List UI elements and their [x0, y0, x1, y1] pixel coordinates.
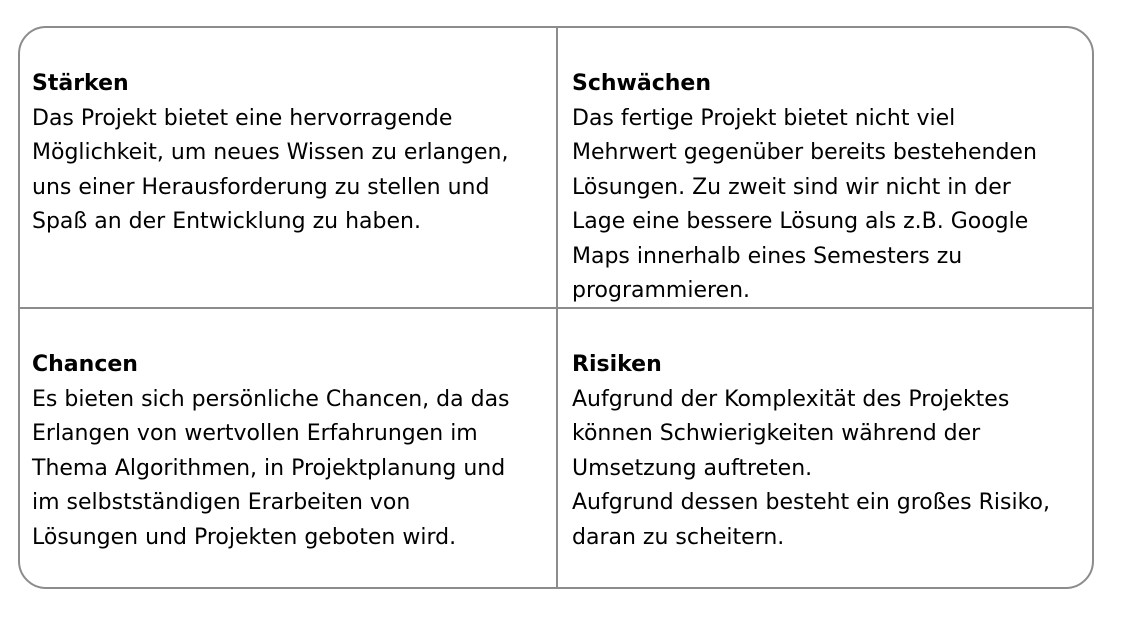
- strengths-text-line: uns einer Herausforderung zu stellen und: [32, 174, 490, 200]
- weaknesses-heading: Schwächen: [572, 71, 712, 96]
- threats-cell: Risiken Aufgrund der Komplexität des Pro…: [558, 309, 1092, 587]
- opportunities-text-line: Lösungen und Projekten geboten wird.: [32, 524, 457, 550]
- swot-table: Stärken Das Projekt bietet eine hervorra…: [18, 26, 1094, 589]
- weaknesses-cell: Schwächen Das fertige Projekt bietet nic…: [558, 28, 1092, 309]
- weaknesses-text-line: Maps innerhalb eines Semesters zu: [572, 243, 963, 269]
- strengths-heading: Stärken: [32, 71, 129, 96]
- weaknesses-text-line: Das fertige Projekt bietet nicht viel: [572, 105, 956, 131]
- weaknesses-text-line: Lösungen. Zu zweit sind wir nicht in der: [572, 174, 1011, 200]
- strengths-text-line: Möglichkeit, um neues Wissen zu erlangen…: [32, 140, 509, 165]
- weaknesses-text-line: programmieren.: [572, 278, 751, 303]
- opportunities-cell: Chancen Es bieten sich persönliche Chanc…: [20, 309, 558, 587]
- opportunities-text-line: Erlangen von wertvollen Erfahrungen im: [32, 421, 478, 446]
- opportunities-text-line: Thema Algorithmen, in Projektplanung und: [32, 455, 506, 481]
- strengths-text-line: Spaß an der Entwicklung zu haben.: [32, 209, 421, 234]
- threats-text-line: Umsetzung auftreten.: [572, 455, 813, 481]
- threats-text-line: daran zu scheitern.: [572, 524, 785, 550]
- weaknesses-text-line: Mehrwert gegenüber bereits bestehenden: [572, 140, 1037, 165]
- opportunities-text-line: im selbstständigen Erarbeiten von: [32, 490, 411, 515]
- threats-heading: Risiken: [572, 352, 662, 377]
- opportunities-text-line: Es bieten sich persönliche Chancen, da d…: [32, 386, 510, 412]
- threats-text-line: Aufgrund der Komplexität des Projektes: [572, 386, 1010, 412]
- threats-text-line: Aufgrund dessen besteht ein großes Risik…: [572, 490, 1050, 515]
- threats-text-line: können Schwierigkeiten während der: [572, 421, 981, 446]
- strengths-cell: Stärken Das Projekt bietet eine hervorra…: [20, 28, 558, 309]
- weaknesses-text-line: Lage eine bessere Lösung als z.B. Google: [572, 209, 1029, 234]
- strengths-text-line: Das Projekt bietet eine hervorragende: [32, 105, 453, 131]
- opportunities-heading: Chancen: [32, 352, 138, 377]
